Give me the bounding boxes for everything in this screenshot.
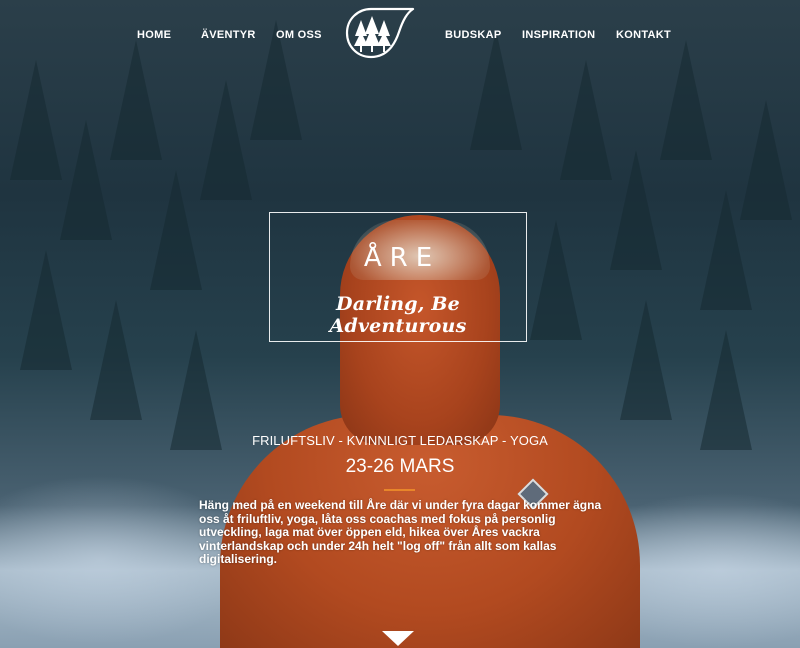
- pine-trees-leaf-logo-icon[interactable]: [343, 6, 415, 60]
- nav-item-budskap[interactable]: BUDSKAP: [445, 29, 502, 41]
- nav-item-home[interactable]: HOME: [137, 29, 171, 41]
- nav-item-om-oss[interactable]: OM OSS: [276, 29, 322, 41]
- hero-description: Häng med på en weekend till Åre där vi u…: [199, 498, 602, 566]
- nav-item-kontakt[interactable]: KONTAKT: [616, 29, 671, 41]
- hero-subtitle: FRILUFTSLIV - KVINNLIGT LEDARSKAP - YOGA: [252, 433, 548, 448]
- accent-divider: [384, 489, 415, 491]
- nav-item-aventyr[interactable]: ÄVENTYR: [201, 29, 256, 41]
- main-navigation: HOME ÄVENTYR OM OSS BUDSKAP INSPIRATION …: [0, 0, 800, 70]
- hero-title: ÅRE: [363, 243, 441, 273]
- hero-dates: 23-26 MARS: [345, 456, 455, 477]
- chevron-down-icon[interactable]: [382, 631, 414, 646]
- nav-item-inspiration[interactable]: INSPIRATION: [522, 29, 595, 41]
- hero-title-box: ÅRE Darling, Be Adventurous: [269, 212, 527, 342]
- hero-tagline: Darling, Be Adventurous: [329, 293, 467, 337]
